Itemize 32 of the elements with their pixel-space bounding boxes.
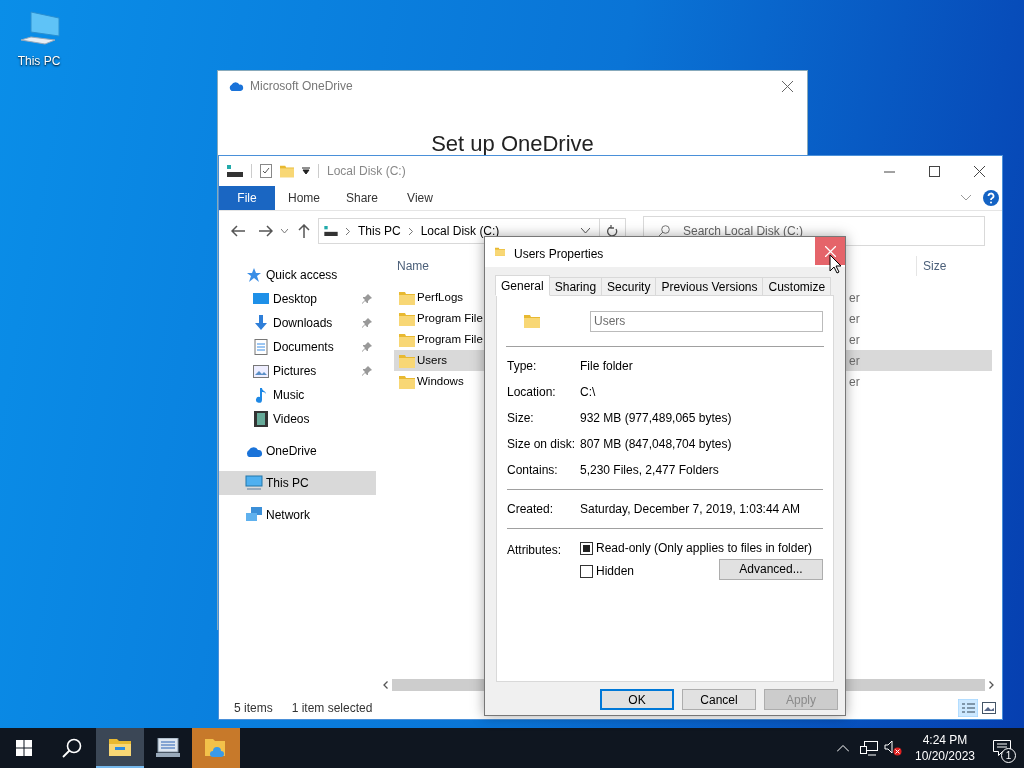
onedrive-heading: Set up OneDrive	[431, 131, 594, 157]
property-value: 5,230 Files, 2,477 Folders	[580, 462, 719, 479]
status-text: 1 item selected	[291, 700, 373, 717]
property-value: File folder	[580, 358, 633, 375]
file-name: Users	[417, 352, 448, 368]
window-title: Local Disk (C:)	[327, 163, 407, 180]
property-label: Attributes:	[507, 542, 563, 559]
status-text: 5 items	[234, 700, 273, 717]
file-name: PerfLogs	[417, 289, 464, 305]
table-cell-text: er	[849, 373, 860, 391]
property-value: 807 MB (847,048,704 bytes)	[580, 436, 732, 453]
file-name: Program File	[417, 331, 483, 347]
file-name: Program File	[417, 310, 483, 326]
property-label: Type:	[507, 358, 538, 375]
clock-time: 4:24 PM	[922, 732, 968, 748]
property-label: Contains:	[507, 462, 559, 479]
property-value: Saturday, December 7, 2019, 1:03:44 AM	[580, 501, 800, 518]
dialog-title: Users Properties	[514, 246, 605, 263]
table-cell-text: er	[849, 352, 860, 370]
table-cell-text: er	[849, 331, 860, 349]
property-label: Size:	[507, 410, 535, 427]
property-label: Size on disk:	[507, 436, 577, 453]
property-value: C:\	[580, 384, 596, 401]
table-cell-text: er	[849, 310, 860, 328]
property-value: 932 MB (977,489,065 bytes)	[580, 410, 732, 427]
notification-badge: 1	[1001, 748, 1016, 763]
window-title: Microsoft OneDrive	[250, 78, 354, 95]
property-label: Location:	[507, 384, 557, 401]
file-name: Windows	[417, 373, 464, 389]
clock-date: 10/20/2023	[914, 748, 976, 764]
table-cell-text: er	[849, 289, 860, 307]
property-label: Created:	[507, 501, 555, 518]
